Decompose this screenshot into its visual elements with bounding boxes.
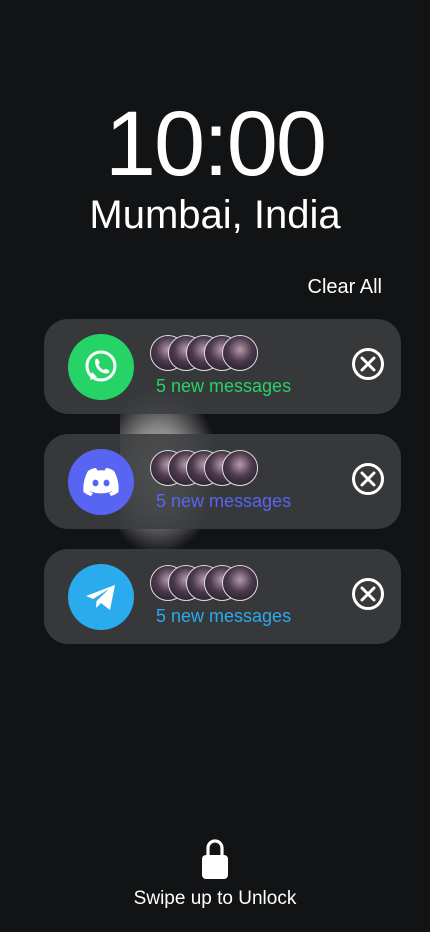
discord-icon — [68, 449, 134, 515]
sender-avatars — [150, 335, 260, 371]
avatar — [222, 565, 258, 601]
notification-card-whatsapp[interactable]: 5 new messages — [44, 319, 401, 414]
close-icon[interactable] — [351, 462, 385, 496]
location-label: Mumbai, India — [89, 193, 341, 237]
sender-avatars — [150, 450, 260, 486]
notification-card-discord[interactable]: 5 new messages — [44, 434, 401, 529]
unlock-hint: Swipe up to Unlock — [133, 888, 297, 909]
clear-all-button[interactable]: Clear All — [308, 276, 382, 299]
whatsapp-icon — [68, 334, 134, 400]
avatar — [222, 335, 258, 371]
close-icon[interactable] — [351, 347, 385, 381]
notification-message: 5 new messages — [156, 491, 292, 511]
avatar — [222, 450, 258, 486]
notification-card-telegram[interactable]: 5 new messages — [44, 549, 401, 644]
clock-time: 10:00 — [104, 93, 327, 195]
sender-avatars — [150, 565, 260, 601]
telegram-icon — [68, 564, 134, 630]
lock-icon[interactable] — [197, 836, 233, 882]
notification-message: 5 new messages — [156, 376, 292, 396]
close-icon[interactable] — [351, 577, 385, 611]
notification-message: 5 new messages — [156, 606, 292, 626]
